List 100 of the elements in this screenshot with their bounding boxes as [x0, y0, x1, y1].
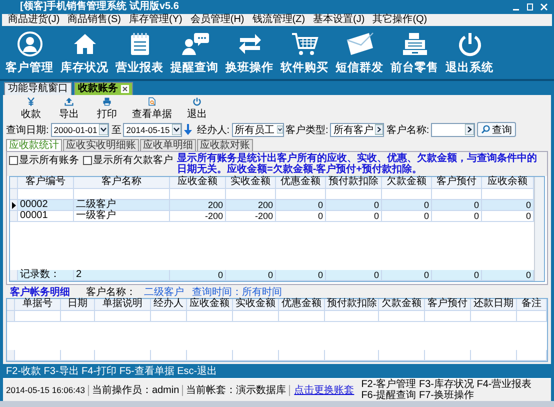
column-header[interactable]: 还款日期	[471, 299, 517, 311]
table-cell: 00001	[18, 211, 74, 222]
checkbox[interactable]	[83, 156, 92, 164]
table-cell: 200	[226, 200, 276, 211]
start-date-field[interactable]: 2000-01-01	[50, 122, 110, 136]
picker-icon[interactable]	[375, 124, 384, 135]
nav-button[interactable]: 换班操作	[222, 26, 277, 79]
nav-button[interactable]: 提醒查询	[167, 26, 222, 79]
notice-text: 显示所有账务是统计出客户所有的应收、实收、优惠、欠款金额，与查询条件中的日期无关。应收金额=欠款金额-客户预付+预付款扣除。	[177, 153, 538, 175]
chat-icon	[180, 30, 210, 56]
customer-name-field[interactable]	[431, 122, 476, 136]
column-header[interactable]: 优惠金额	[276, 177, 326, 189]
query-time: 查询时间：所有时间	[192, 286, 282, 298]
change-account-link[interactable]: 点击更换账套	[290, 383, 358, 397]
table-cell: 0	[382, 270, 432, 281]
table-cell: 200	[170, 200, 226, 211]
table-cell	[471, 311, 517, 322]
power-icon	[191, 97, 203, 106]
customer-name-label: 客户名称：	[86, 286, 136, 298]
tab[interactable]: 收款账务	[74, 82, 133, 95]
toolbar-button[interactable]: 退出	[184, 97, 210, 121]
column-header[interactable]: 应收金额	[187, 299, 233, 311]
maximize-icon[interactable]	[526, 3, 534, 11]
nav-button[interactable]: 营业报表	[112, 26, 167, 79]
scrollbar[interactable]	[534, 177, 544, 281]
customer-type-label: 客户类型:	[286, 124, 328, 136]
tab[interactable]: 应收款对账	[197, 139, 253, 151]
column-header[interactable]: 备注	[517, 299, 547, 311]
date-time: 2014-05-15 16:06:43	[3, 384, 89, 396]
toolbar-button[interactable]: 查看单据	[132, 97, 172, 121]
column-header[interactable]: 日期	[61, 299, 95, 311]
nav-button[interactable]: 软件购买	[277, 26, 332, 79]
table-cell	[15, 350, 61, 361]
envelope-icon	[344, 30, 374, 56]
tab[interactable]: 应收实收明细账	[63, 139, 139, 151]
nav-button[interactable]: 客户管理	[2, 26, 57, 79]
table-cell	[471, 350, 517, 361]
column-header[interactable]: 客户编号	[18, 177, 74, 189]
document-search-icon	[146, 97, 158, 106]
search-button[interactable]: 查询	[477, 122, 516, 137]
end-date-field[interactable]: 2014-05-15	[123, 122, 182, 136]
shortcut-hints: F2-客户管理 F3-库存状况 F4-营业报表 F6-提醒查询 F7-换班操作	[360, 379, 533, 401]
menu-item[interactable]: 商品销售(S)	[66, 14, 124, 26]
handler-label: 经办人:	[196, 124, 230, 136]
table-cell	[517, 311, 547, 322]
nav-button[interactable]: 退出系统	[442, 26, 497, 79]
menu-item[interactable]: 其它操作(Q)	[370, 14, 430, 26]
table-row[interactable]: 00002 二级客户 200 200 0 0 0 0 0	[10, 200, 534, 211]
menu-item[interactable]: 基本设置(J)	[311, 14, 367, 26]
close-icon[interactable]	[121, 85, 129, 93]
dropdown-icon[interactable]	[276, 124, 283, 135]
column-header[interactable]: 单据说明	[95, 299, 151, 311]
table-cell	[95, 350, 151, 361]
table-cell	[61, 350, 95, 361]
column-header[interactable]: 优惠金额	[279, 299, 325, 311]
customer-type-field[interactable]: 所有客户	[330, 122, 384, 136]
column-header[interactable]: 客户名称	[74, 177, 170, 189]
row-header-cell	[7, 350, 15, 361]
menu-item[interactable]: 会员管理(H)	[188, 14, 246, 26]
menu-item[interactable]: 商品进货(J)	[6, 14, 62, 26]
handler-dropdown[interactable]: 所有员工	[232, 122, 284, 136]
column-header[interactable]: 经办人	[151, 299, 187, 311]
column-header[interactable]: 客户预付	[432, 177, 482, 189]
date-label: 查询日期:	[6, 124, 49, 136]
nav-button[interactable]: 短信群发	[332, 26, 387, 79]
nav-button[interactable]: 前台零售	[387, 26, 442, 79]
dropdown-icon[interactable]	[99, 124, 108, 135]
cash-register-icon	[400, 30, 428, 56]
column-header[interactable]: 欠款金额	[382, 177, 432, 189]
column-header[interactable]: 单据号	[15, 299, 61, 311]
table-cell: 一级客户	[74, 211, 170, 222]
table-row[interactable]: 00001 一级客户 -200 -200 0 0 0 0 0	[10, 211, 534, 222]
dropdown-icon[interactable]	[172, 124, 181, 135]
column-header[interactable]: 实收金额	[226, 177, 276, 189]
tab[interactable]: 功能导航窗口	[4, 82, 72, 95]
column-header[interactable]: 预付款扣除	[326, 177, 382, 189]
column-header[interactable]: 客户预付	[425, 299, 471, 311]
table-cell: 0	[276, 200, 326, 211]
column-header[interactable]: 预付款扣除	[325, 299, 379, 311]
tab[interactable]: 应收款统计	[6, 139, 62, 151]
row-header-cell	[10, 270, 18, 281]
yen-icon	[25, 97, 37, 106]
search-icon	[481, 125, 490, 134]
menu-item[interactable]: 库存管理(Y)	[127, 14, 184, 26]
column-header[interactable]: 应收金额	[170, 177, 226, 189]
checkbox[interactable]	[9, 156, 18, 164]
toolbar-button[interactable]: 收款	[18, 97, 44, 121]
column-header[interactable]: 实收金额	[233, 299, 279, 311]
column-header[interactable]: 欠款金额	[379, 299, 425, 311]
table-cell: 0	[170, 270, 226, 281]
table-cell: 0	[382, 200, 432, 211]
down-arrow-icon[interactable]	[184, 124, 192, 135]
table-cell	[233, 311, 279, 322]
toolbar-button[interactable]: 打印	[94, 97, 120, 121]
toolbar-button[interactable]: 导出	[56, 97, 82, 121]
user-icon	[16, 30, 42, 56]
nav-button[interactable]: 库存状况	[57, 26, 112, 79]
picker-icon[interactable]	[465, 124, 474, 135]
menu-item[interactable]: 钱流管理(Z)	[250, 14, 308, 26]
tab[interactable]: 应收单明细	[140, 139, 196, 151]
